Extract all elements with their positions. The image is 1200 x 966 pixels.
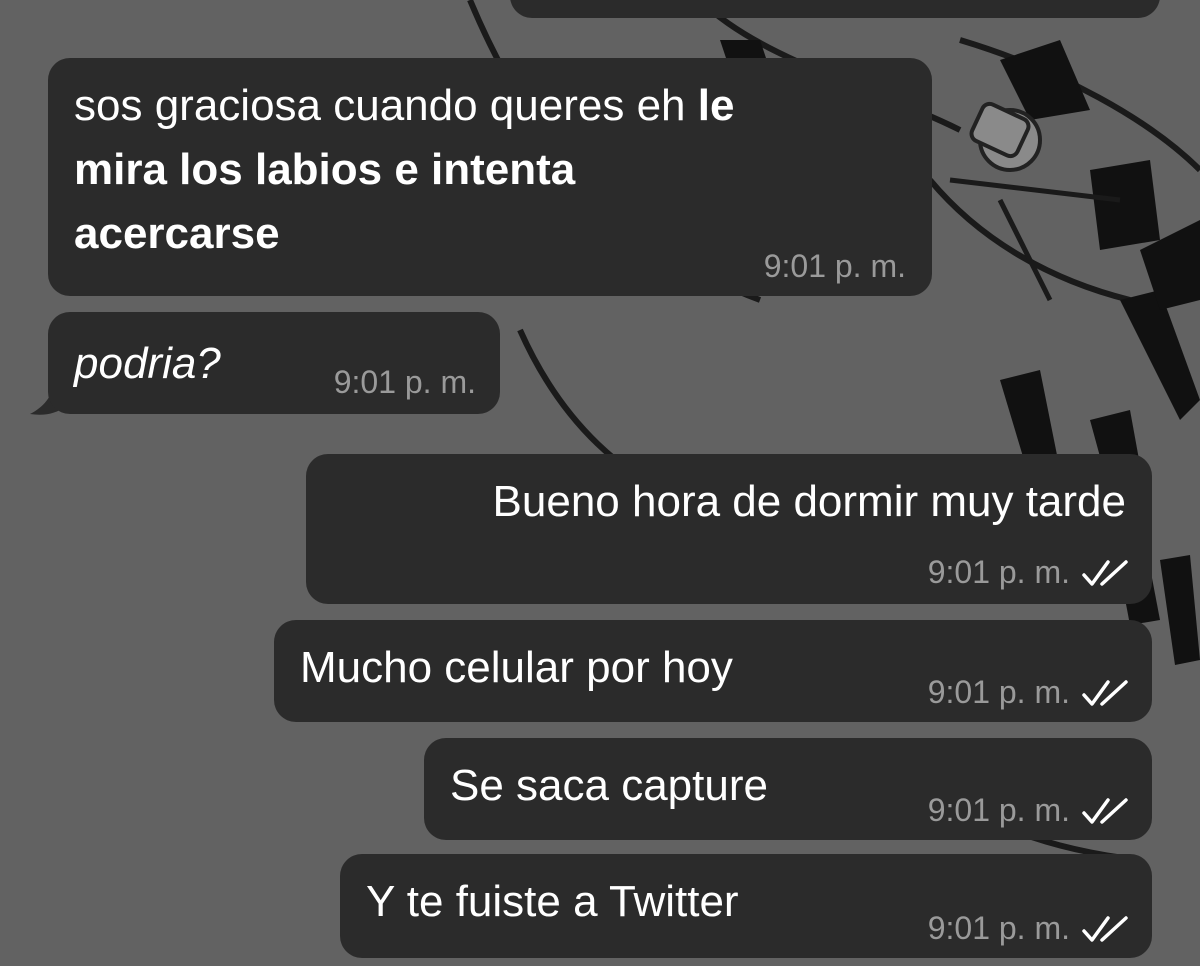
double-check-icon	[1082, 915, 1128, 942]
message-text-content: Y te fuiste a Twitter	[366, 877, 739, 926]
message-text: Se saca capture	[450, 754, 768, 818]
timestamp-text: 9:01 p. m.	[927, 554, 1070, 590]
timestamp-text: 9:01 p. m.	[927, 792, 1070, 828]
message-timestamp: 9:01 p. m.	[928, 674, 1128, 711]
timestamp-text: 9:01 p. m.	[763, 248, 906, 284]
message-text: Bueno hora de dormir muy tarde	[493, 470, 1126, 534]
message-text-content: Se saca capture	[450, 761, 768, 810]
message-timestamp: 9:01 p. m.	[764, 248, 906, 285]
message-text-bold: le	[697, 81, 735, 130]
double-check-icon	[1082, 679, 1128, 706]
message-timestamp: 9:01 p. m.	[334, 364, 476, 401]
message-text-content: Mucho celular por hoy	[300, 643, 733, 692]
incoming-message-bubble[interactable]: sos graciosa cuando queres eh le mira lo…	[48, 58, 932, 296]
outgoing-message-bubble[interactable]: Bueno hora de dormir muy tarde 9:01 p. m…	[306, 454, 1152, 604]
message-text: sos graciosa cuando queres eh le	[74, 74, 734, 138]
message-text: Mucho celular por hoy	[300, 636, 733, 700]
message-text: Y te fuiste a Twitter	[366, 870, 739, 934]
partial-outgoing-bubble[interactable]	[510, 0, 1160, 18]
message-text-content: Bueno hora de dormir muy tarde	[492, 477, 1126, 526]
message-text: podria?	[74, 332, 221, 396]
message-text-italic: podria?	[74, 339, 221, 388]
message-text-regular: sos graciosa cuando queres eh	[74, 81, 686, 130]
outgoing-message-bubble[interactable]: Se saca capture 9:01 p. m.	[424, 738, 1152, 840]
outgoing-message-bubble[interactable]: Y te fuiste a Twitter 9:01 p. m.	[340, 854, 1152, 958]
message-text-bold: mira los labios e intenta	[74, 145, 576, 194]
message-timestamp: 9:01 p. m.	[928, 792, 1128, 829]
message-text-bold: acercarse	[74, 209, 280, 258]
timestamp-text: 9:01 p. m.	[927, 910, 1070, 946]
timestamp-text: 9:01 p. m.	[927, 674, 1070, 710]
message-timestamp: 9:01 p. m.	[928, 910, 1128, 947]
message-text-line-3: acercarse	[74, 202, 280, 266]
timestamp-text: 9:01 p. m.	[333, 364, 476, 400]
message-text-line-2: mira los labios e intenta	[74, 138, 575, 202]
double-check-icon	[1082, 797, 1128, 824]
outgoing-message-bubble[interactable]: Mucho celular por hoy 9:01 p. m.	[274, 620, 1152, 722]
incoming-message-bubble[interactable]: podria? 9:01 p. m.	[48, 312, 500, 414]
double-check-icon	[1082, 559, 1128, 586]
message-timestamp: 9:01 p. m.	[928, 554, 1128, 591]
